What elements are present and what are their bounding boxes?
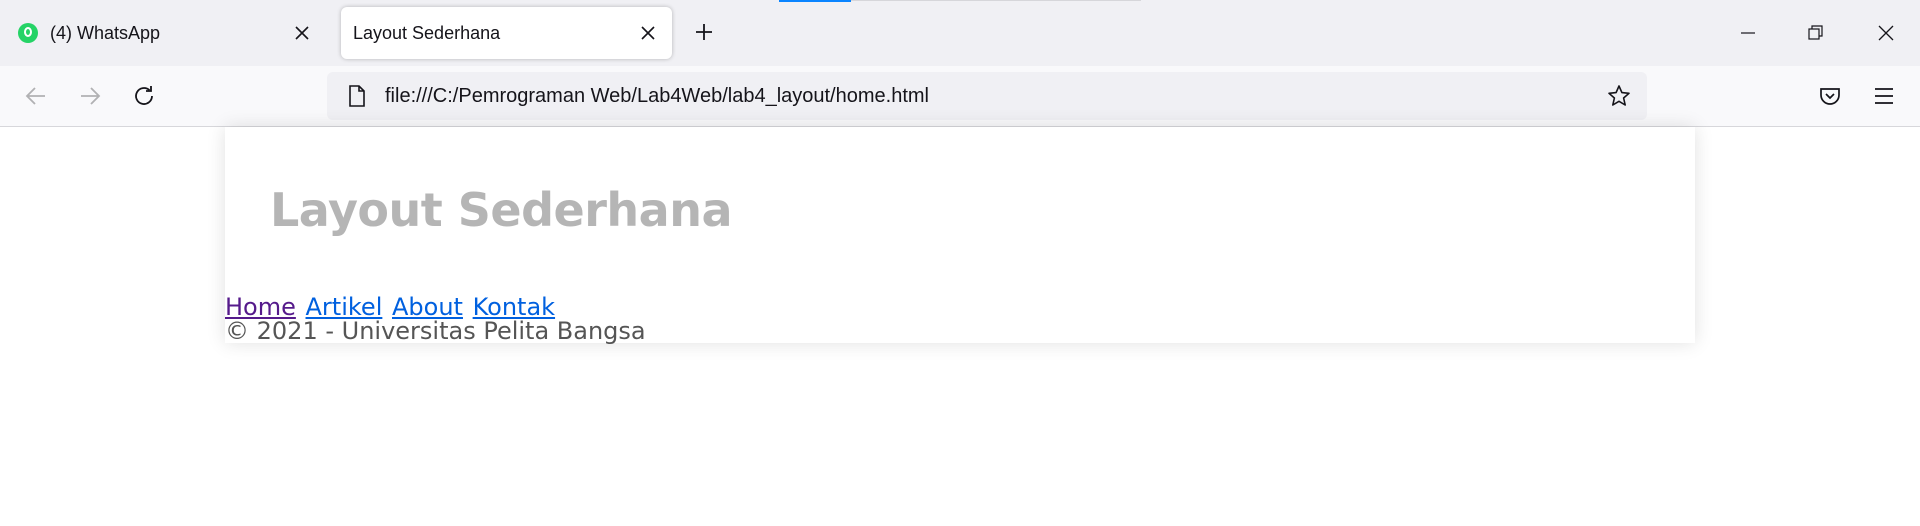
close-tab-icon[interactable] — [284, 15, 320, 51]
pocket-button[interactable] — [1810, 76, 1850, 116]
navigation-toolbar: file:///C:/Pemrograman Web/Lab4Web/lab4_… — [0, 66, 1920, 127]
app-menu-button[interactable] — [1864, 76, 1904, 116]
whatsapp-icon — [18, 23, 38, 43]
new-tab-button[interactable] — [686, 14, 722, 50]
arrow-right-icon — [81, 87, 101, 105]
page-title: Layout Sederhana — [270, 183, 733, 237]
tab-loading-indicator — [779, 0, 851, 2]
page-icon — [335, 85, 379, 107]
minimize-icon — [1741, 32, 1755, 34]
reload-button[interactable] — [124, 76, 164, 116]
close-window-button[interactable] — [1852, 0, 1920, 66]
reload-icon — [135, 86, 153, 105]
plus-icon — [696, 24, 712, 40]
tab-layout-sederhana[interactable]: Layout Sederhana — [341, 7, 672, 59]
bookmark-star-icon[interactable] — [1597, 84, 1641, 108]
hamburger-menu-icon — [1875, 88, 1893, 104]
close-tab-icon[interactable] — [630, 15, 666, 51]
back-button[interactable] — [16, 76, 56, 116]
close-icon — [1878, 25, 1894, 41]
tab-whatsapp[interactable]: (4) WhatsApp — [8, 7, 326, 59]
page-viewport: Layout Sederhana Home Artikel About Kont… — [0, 127, 1920, 526]
arrow-left-icon — [25, 87, 45, 105]
tab-title: Layout Sederhana — [353, 22, 501, 43]
address-bar[interactable]: file:///C:/Pemrograman Web/Lab4Web/lab4_… — [327, 72, 1647, 120]
restore-button[interactable] — [1782, 0, 1850, 66]
tab-title: (4) WhatsApp — [50, 22, 161, 43]
pocket-icon — [1820, 88, 1840, 105]
restore-icon — [1808, 25, 1823, 40]
url-text[interactable]: file:///C:/Pemrograman Web/Lab4Web/lab4_… — [379, 85, 1597, 108]
page-container: Layout Sederhana Home Artikel About Kont… — [225, 127, 1695, 345]
footer-copyright: © 2021 - Universitas Pelita Bangsa — [225, 317, 646, 345]
forward-button[interactable] — [70, 76, 110, 116]
minimize-button[interactable] — [1714, 0, 1782, 66]
tab-strip-divider — [851, 0, 1141, 1]
tab-strip: (4) WhatsApp Layout Sederhana — [0, 0, 1920, 66]
